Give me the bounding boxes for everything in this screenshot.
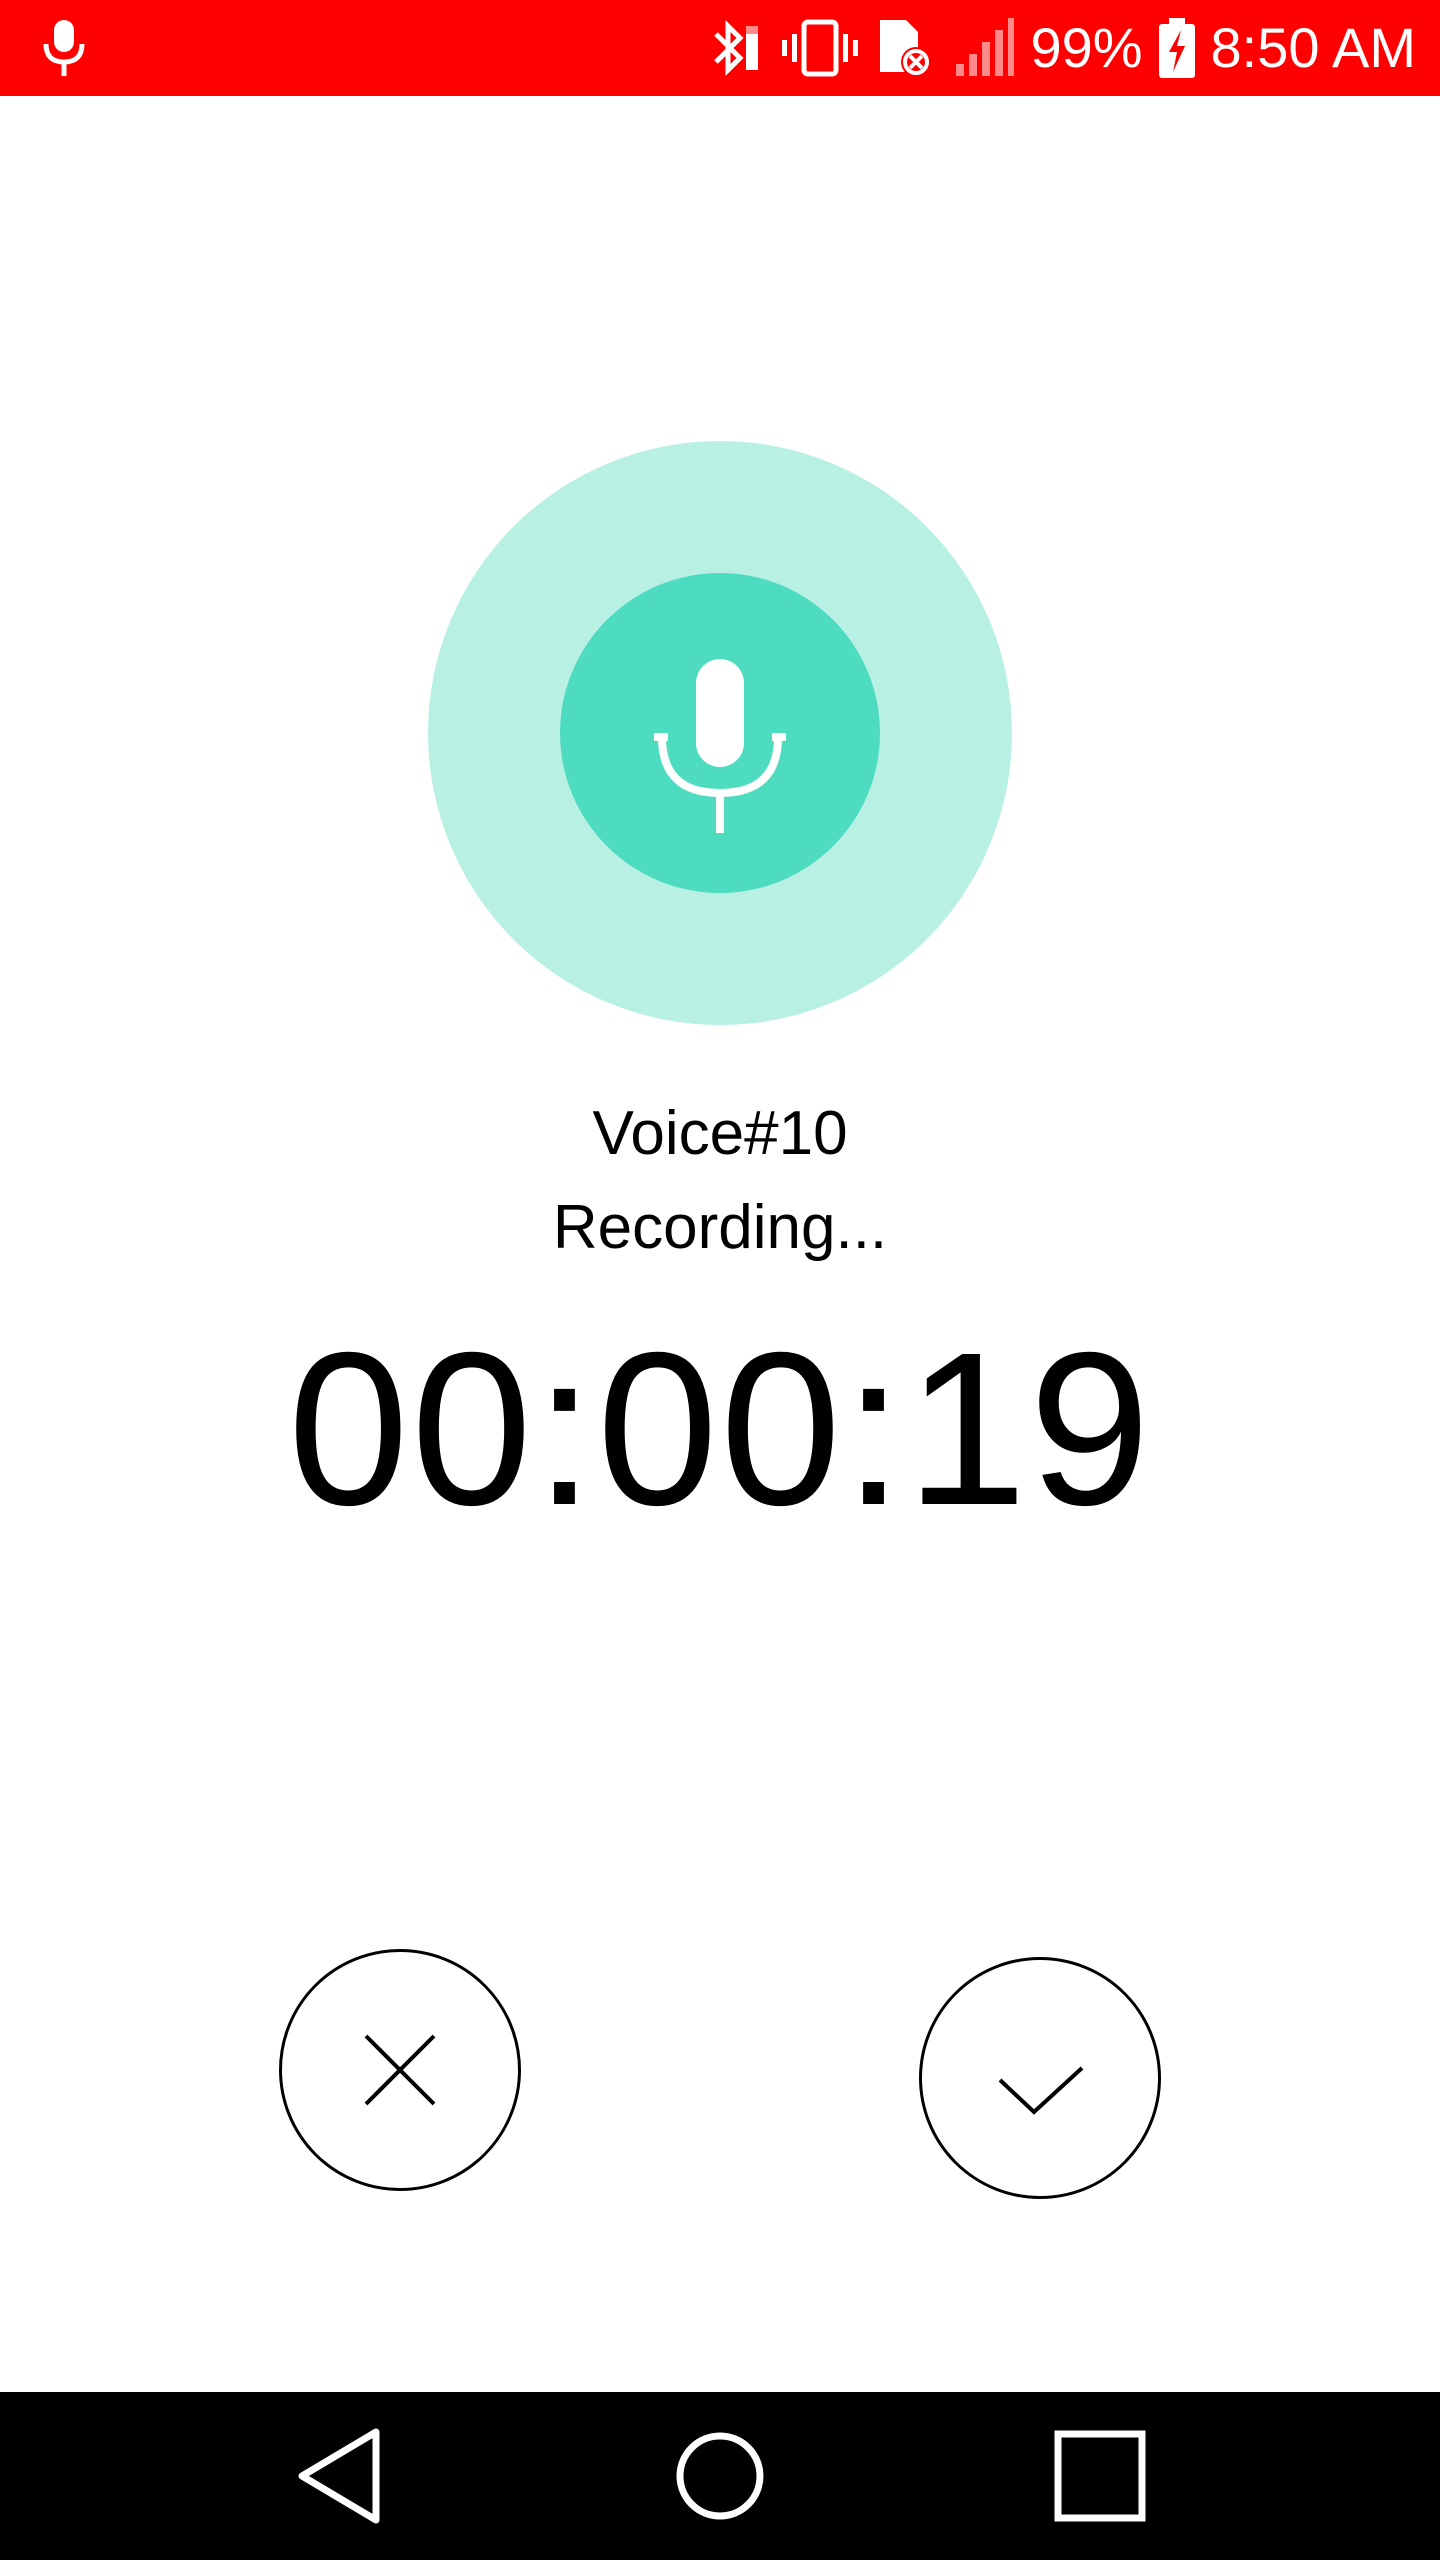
home-icon xyxy=(676,2432,764,2520)
battery-percent: 99% xyxy=(1030,16,1143,79)
elapsed-timer: 00:00:19 xyxy=(287,1308,1153,1551)
signal-icon xyxy=(956,18,1015,76)
recording-status: Recording... xyxy=(552,1193,888,1262)
microphone-icon xyxy=(654,659,786,833)
save-recording-button[interactable] xyxy=(919,1957,1161,2199)
status-bar: 99% 8:50 AM xyxy=(0,0,1440,96)
recents-icon xyxy=(1054,2430,1146,2522)
battery-charging-icon xyxy=(1158,18,1195,78)
cancel-recording-button[interactable] xyxy=(279,1949,521,2191)
recording-title: Voice#10 xyxy=(592,1099,848,1168)
clock: 8:50 AM xyxy=(1210,16,1416,79)
check-icon xyxy=(998,2066,1084,2115)
bluetooth-icon xyxy=(714,19,759,77)
navigation-bar xyxy=(0,2392,1440,2560)
back-button[interactable] xyxy=(280,2416,400,2536)
microphone-icon xyxy=(38,18,90,78)
home-button[interactable] xyxy=(660,2416,780,2536)
no-sim-icon xyxy=(880,20,932,77)
recents-button[interactable] xyxy=(1040,2416,1160,2536)
vibrate-icon xyxy=(782,19,859,77)
back-icon xyxy=(298,2428,380,2524)
close-icon xyxy=(364,2034,436,2106)
status-icons: 99% 8:50 AM xyxy=(702,0,1416,96)
